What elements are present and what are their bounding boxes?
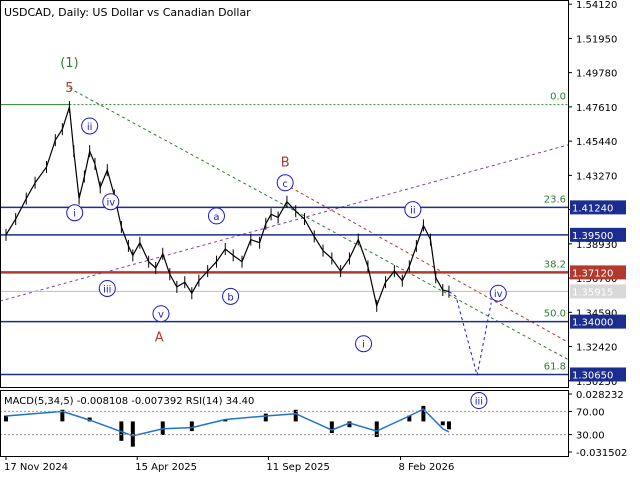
main-price-panel: 0.023.638.250.061.8(1)5iiiiviiivAabcBiii…	[0, 56, 569, 410]
wave-label: iii	[103, 284, 111, 295]
level-price-tag: 1.39500	[572, 231, 613, 242]
wave-label: 5	[65, 81, 73, 96]
indicator-title: MACD(5,34,5) -0.008108 -0.007392 RSI(14)…	[4, 396, 254, 407]
wave-label: iii	[475, 397, 483, 408]
y-tick-label: 1.43270	[576, 171, 617, 182]
wave-label: ii	[410, 206, 416, 217]
green-trendline	[69, 87, 569, 360]
level-price-tag: 1.34000	[572, 318, 613, 329]
wave-label: b	[227, 292, 233, 303]
wave-label: A	[155, 330, 164, 345]
fibo-level-label: 61.8	[544, 361, 566, 372]
wave-label: (1)	[60, 56, 78, 71]
y-tick-label: 1.45440	[576, 137, 617, 148]
forecast-path	[448, 291, 492, 376]
fibo-level-label: 0.0	[550, 92, 566, 103]
indicator-y-tick-label: 70.00	[576, 407, 605, 418]
x-tick-label: 17 Nov 2024	[4, 462, 68, 473]
level-price-tag: 1.41240	[572, 203, 613, 214]
x-tick-label: 11 Sep 2025	[266, 462, 329, 473]
level-price-tag: 1.35915	[572, 287, 613, 298]
wave-label: ii	[87, 122, 93, 133]
level-price-tag: 1.37120	[572, 268, 613, 279]
wave-label: i	[73, 209, 76, 220]
y-tick-label: 1.51950	[576, 34, 617, 45]
fibo-level-label: 50.0	[544, 309, 566, 320]
chart-title: USDCAD, Daily: US Dollar vs Canadian Dol…	[4, 6, 251, 19]
main-panel-border	[0, 0, 569, 388]
y-tick-label: 1.54120	[576, 0, 617, 11]
y-tick-label: 1.47610	[576, 103, 617, 114]
wave-label: c	[282, 179, 288, 190]
wave-label: i	[362, 340, 365, 351]
wave-label: B	[281, 155, 290, 170]
level-price-tag: 1.30650	[572, 370, 613, 381]
indicator-y-tick-label: 30.00	[576, 431, 605, 442]
fibo-level-label: 38.2	[544, 259, 566, 270]
fibo-level-label: 23.6	[544, 194, 566, 205]
wave-label: a	[213, 212, 219, 223]
x-tick-label: 15 Apr 2025	[135, 462, 197, 473]
rsi-line	[5, 408, 450, 437]
wave-label: iv	[494, 289, 503, 300]
chart-canvas: 0.023.638.250.061.8(1)5iiiiviiivAabcBiii…	[0, 0, 627, 473]
wave-label: v	[158, 310, 164, 321]
wave-label: iv	[106, 198, 115, 209]
y-tick-label: 1.49780	[576, 69, 617, 80]
indicator-y-tick-label: -0.031502	[576, 448, 627, 459]
y-tick-label: 1.32420	[576, 343, 617, 354]
indicator-y-tick-label: 0.028232	[576, 390, 624, 401]
x-tick-label: 8 Feb 2026	[399, 462, 455, 473]
indicator-panel	[0, 405, 568, 447]
chart-window: 0.0 23.6 38.2 50.0 61.8 (1) 5 ii i iv iii v Aa b c Bi ii…	[0, 0, 640, 480]
